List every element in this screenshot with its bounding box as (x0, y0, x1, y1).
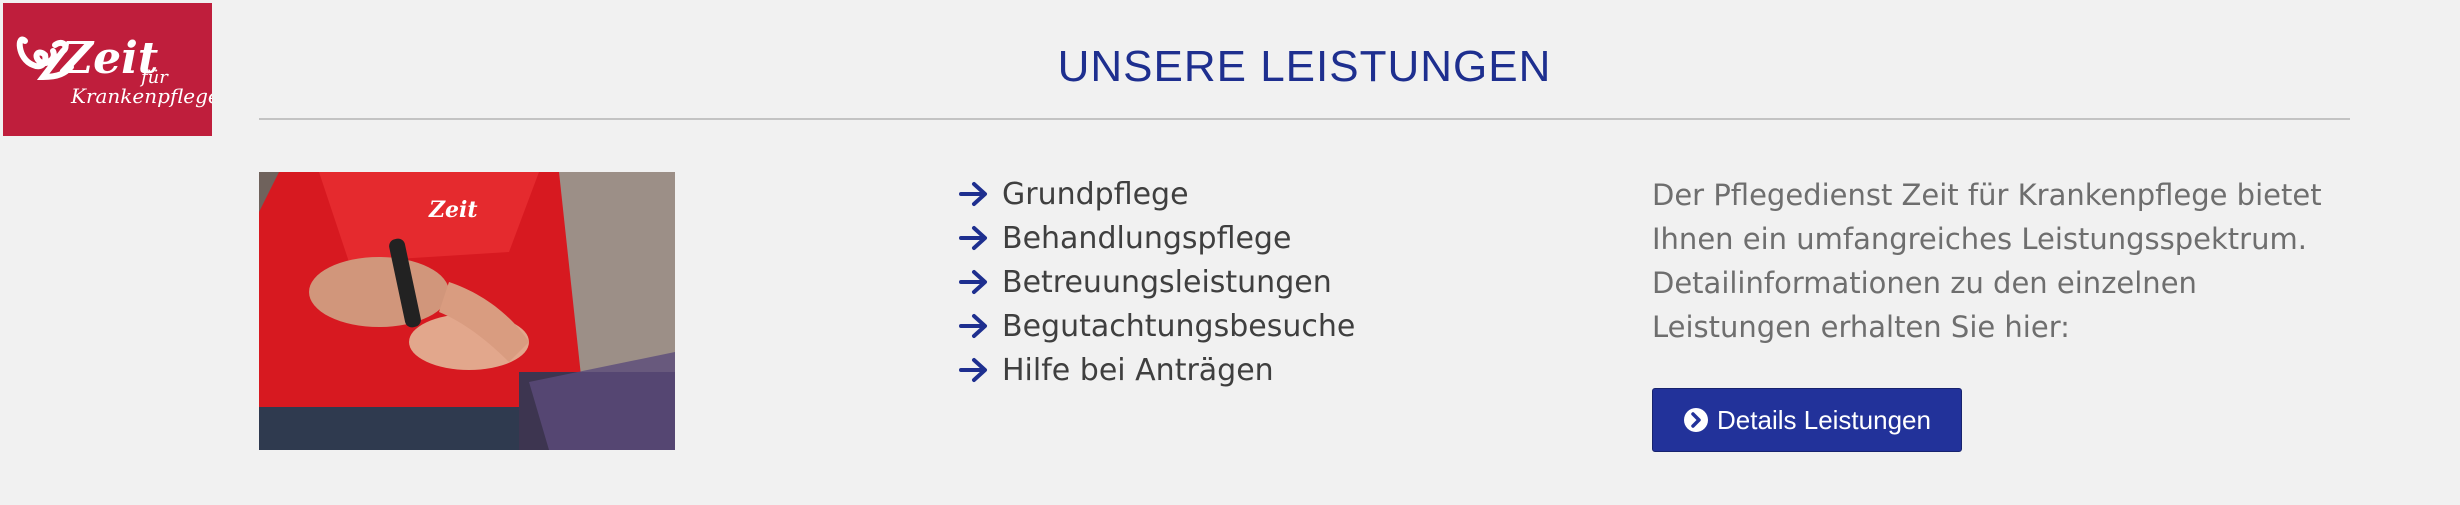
services-list: Grundpflege Behandlungspflege Betreuungs… (958, 172, 1355, 392)
service-label: Begutachtungsbesuche (1002, 308, 1356, 344)
services-intro: Der Pflegedienst Zeit für Krankenpflege … (1652, 173, 2372, 349)
list-item[interactable]: Betreuungsleistungen (958, 260, 1355, 304)
logo-small-2: Krankenpflege (70, 84, 212, 108)
service-label: Betreuungsleistungen (1002, 264, 1332, 300)
arrow-right-icon (959, 270, 987, 294)
intro-line: Ihnen ein umfangreiches Leistungsspektru… (1652, 222, 2307, 256)
intro-line: Leistungen erhalten Sie hier: (1652, 310, 2070, 344)
list-item[interactable]: Begutachtungsbesuche (958, 304, 1355, 348)
arrow-right-icon (959, 182, 987, 206)
list-item[interactable]: Hilfe bei Anträgen (958, 348, 1355, 392)
service-label: Grundpflege (1002, 176, 1189, 212)
brand-logo[interactable]: Zeit für Krankenpflege (3, 3, 212, 136)
photo-illustration: Zeit (259, 172, 675, 450)
intro-line: Detailinformationen zu den einzelnen (1652, 266, 2197, 300)
chevron-circle-right-icon (1684, 408, 1709, 432)
service-label: Behandlungspflege (1002, 220, 1292, 256)
section-title: UNSERE LEISTUNGEN (1057, 42, 1552, 91)
section-divider (259, 118, 2350, 120)
svg-text:Zeit: Zeit (428, 197, 478, 223)
arrow-right-icon (959, 358, 987, 382)
arrow-right-icon (959, 314, 987, 338)
details-button-label: Details Leistungen (1717, 404, 1931, 435)
list-item[interactable]: Grundpflege (958, 172, 1355, 216)
intro-line: Der Pflegedienst Zeit für Krankenpflege … (1652, 178, 2322, 212)
details-leistungen-button[interactable]: Details Leistungen (1652, 388, 1962, 452)
arrow-right-icon (959, 226, 987, 250)
services-photo: Zeit (259, 172, 675, 450)
list-item[interactable]: Behandlungspflege (958, 216, 1355, 260)
service-label: Hilfe bei Anträgen (1002, 352, 1274, 388)
